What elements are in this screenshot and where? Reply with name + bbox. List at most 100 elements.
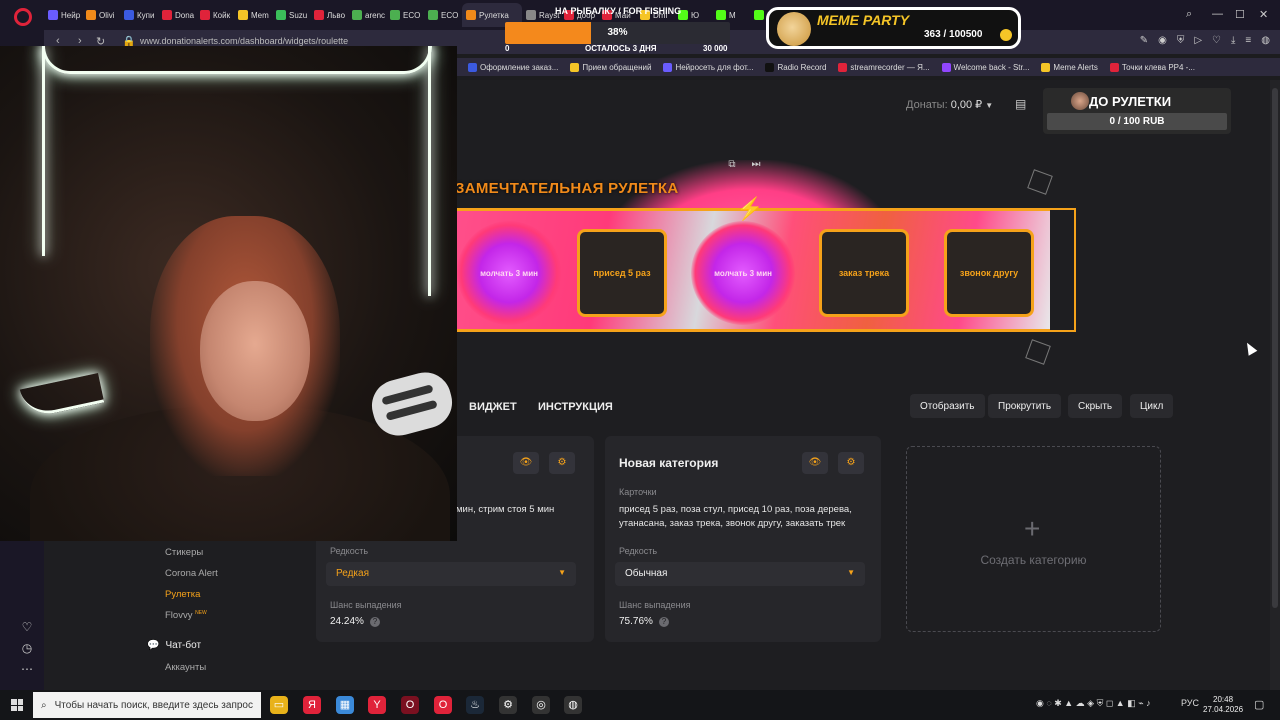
browser-tab[interactable]: Нейр xyxy=(44,3,82,27)
steam-icon[interactable]: ♨ xyxy=(466,696,484,714)
sidebar-item-corona[interactable]: Corona Alert xyxy=(165,568,218,579)
browser-tab[interactable]: ECO xyxy=(386,3,424,27)
history-icon[interactable]: ◷ xyxy=(20,641,34,655)
bookmark-item[interactable]: Welcome back - Str... xyxy=(941,62,1030,72)
bookmark-label: Welcome back - Str... xyxy=(953,62,1030,72)
show-button[interactable]: Отобразить xyxy=(910,394,985,418)
yandex-icon[interactable]: Я xyxy=(303,696,321,714)
windows-start-icon[interactable] xyxy=(11,699,23,711)
notes-icon[interactable]: ▤ xyxy=(1015,97,1029,111)
roulette-card-label: присед 5 раз xyxy=(593,268,651,278)
roulette-card: заказ трека xyxy=(819,229,909,317)
scrollbar-thumb[interactable] xyxy=(1272,88,1278,608)
chance-number: 24.24% xyxy=(330,616,364,627)
tab-label: Льво xyxy=(327,10,346,20)
tab-favicon-icon xyxy=(200,10,210,20)
tab-label: Suzu xyxy=(289,10,308,20)
maximize-icon[interactable]: ☐ xyxy=(1235,8,1245,21)
scroll-button[interactable]: Прокрутить xyxy=(988,394,1062,418)
tab-favicon-icon xyxy=(466,10,476,20)
yandex-browser-icon[interactable]: Y xyxy=(368,696,386,714)
browser-tab[interactable]: Купи xyxy=(120,3,158,27)
settings-icon[interactable]: ⚙ xyxy=(499,696,517,714)
tab-widget[interactable]: ВИДЖЕТ xyxy=(469,401,517,413)
opera-logo-icon[interactable] xyxy=(14,8,32,26)
gear-icon[interactable]: ⚙ xyxy=(838,452,864,474)
sidebar-item-flovvy[interactable]: Flovvy NEW xyxy=(165,610,207,621)
gear-icon[interactable]: ⚙ xyxy=(549,452,575,474)
app-icon[interactable]: ◍ xyxy=(564,696,582,714)
sidebar-item-roulette[interactable]: Рулетка xyxy=(165,589,200,600)
screen: { "browser": { "tabs": [ {"label": "Нейр… xyxy=(0,0,1280,720)
clock[interactable]: 20:48 27.04.2026 xyxy=(1203,695,1243,715)
bookmark-item[interactable]: streamrecorder — Я... xyxy=(838,62,930,72)
rarity-label: Редкость xyxy=(619,546,658,556)
minimize-icon[interactable]: — xyxy=(1212,8,1223,20)
hide-button[interactable]: Скрыть xyxy=(1068,394,1123,418)
url-field[interactable]: www.donationalerts.com/dashboard/widgets… xyxy=(140,36,348,46)
donations-balance[interactable]: Донаты: 0,00 ₽ ▼ xyxy=(906,98,993,111)
copy-icon[interactable]: ⧉ xyxy=(725,159,739,173)
page-scrollbar[interactable] xyxy=(1270,80,1280,690)
neon-light xyxy=(42,46,45,256)
sidebar-item-accounts[interactable]: Аккаунты xyxy=(165,662,206,673)
clock-time: 20:48 xyxy=(1213,695,1234,704)
close-icon[interactable]: ✕ xyxy=(1259,8,1268,21)
taskbar-search[interactable]: ⌕ Чтобы начать поиск, введите здесь запр… xyxy=(33,692,261,718)
browser-tab[interactable]: Olivi xyxy=(82,3,120,27)
browser-tab[interactable]: Suzu xyxy=(272,3,310,27)
bookmark-item[interactable]: Прием обращений xyxy=(570,62,651,72)
download-icon[interactable]: ⤓ xyxy=(1231,35,1235,46)
help-icon[interactable]: ? xyxy=(369,617,380,627)
eye-icon[interactable]: 👁 xyxy=(802,452,828,474)
store-icon[interactable]: ▦ xyxy=(336,696,354,714)
bookmark-item[interactable]: Нейросеть для фот... xyxy=(663,62,753,72)
opera-icon[interactable]: O xyxy=(401,696,419,714)
rarity-select[interactable]: Обычная ▼ xyxy=(615,562,865,586)
avatar xyxy=(1071,92,1089,110)
webcam-overlay xyxy=(0,46,457,541)
bookmark-item[interactable]: Точки клева РР4 -... xyxy=(1109,62,1195,72)
tray-icons[interactable]: ◉ ◌ ✱ ▲ ☁ ◈ ⛨ ◻ ▲ ◧ ⌁ ♪ xyxy=(1036,698,1151,709)
heart-icon[interactable]: ♡ xyxy=(20,620,34,634)
browser-tab[interactable]: Mem xyxy=(234,3,272,27)
bookmark-item[interactable]: Radio Record xyxy=(765,62,826,72)
search-placeholder: Чтобы начать поиск, введите здесь запрос xyxy=(54,699,253,711)
cycle-button[interactable]: Цикл xyxy=(1130,394,1174,418)
edit-icon[interactable]: ✎ xyxy=(1140,35,1148,46)
search-tabs-icon[interactable]: ⌕ xyxy=(1186,8,1192,21)
browser-tab[interactable]: arenc xyxy=(348,3,386,27)
menu-icon[interactable]: ≡ xyxy=(1245,35,1251,46)
sidebar-item-chatbot[interactable]: 💬 Чат-бот xyxy=(147,640,201,651)
browser-tab[interactable]: Dona xyxy=(158,3,196,27)
eye-icon[interactable]: 👁 xyxy=(513,452,539,474)
tab-label: Mem xyxy=(251,10,269,20)
bookmark-item[interactable]: Meme Alerts xyxy=(1041,62,1098,72)
heart-icon[interactable]: ♡ xyxy=(1212,35,1221,46)
bookmark-favicon-icon xyxy=(468,62,477,72)
rarity-select[interactable]: Редкая ▼ xyxy=(326,562,576,586)
more-icon[interactable]: ⋯ xyxy=(20,662,34,676)
profile-icon[interactable]: ◍ xyxy=(1261,35,1270,46)
browser-tab[interactable]: Койк xyxy=(196,3,234,27)
notification-icon[interactable]: ▢ xyxy=(1254,698,1264,711)
chevron-down-icon: ▼ xyxy=(985,101,994,110)
bookmark-item[interactable]: Оформление заказ... xyxy=(468,62,558,72)
roulette-card-label: молчать 3 мин xyxy=(480,268,538,278)
browser-tab[interactable]: ECO xyxy=(424,3,462,27)
browser-tab[interactable]: Льво xyxy=(310,3,348,27)
sidebar-item-stickers[interactable]: Стикеры xyxy=(165,547,203,558)
language-indicator[interactable]: РУС xyxy=(1181,698,1199,708)
shield-icon[interactable]: ⛨ xyxy=(1177,35,1185,46)
camera-icon[interactable]: ◉ xyxy=(1158,35,1167,46)
opera-gx-icon[interactable]: O xyxy=(434,696,452,714)
tab-favicon-icon xyxy=(124,10,134,20)
skip-icon[interactable]: ⏭ xyxy=(749,159,763,173)
tab-instruction[interactable]: ИНСТРУКЦИЯ xyxy=(538,401,613,413)
create-category-button[interactable]: + Создать категорию xyxy=(906,446,1161,632)
mic-grill xyxy=(385,399,438,421)
explorer-icon[interactable]: ▭ xyxy=(270,696,288,714)
play-icon[interactable]: ▷ xyxy=(1194,35,1202,46)
help-icon[interactable]: ? xyxy=(658,617,669,627)
obs-icon[interactable]: ◎ xyxy=(532,696,550,714)
